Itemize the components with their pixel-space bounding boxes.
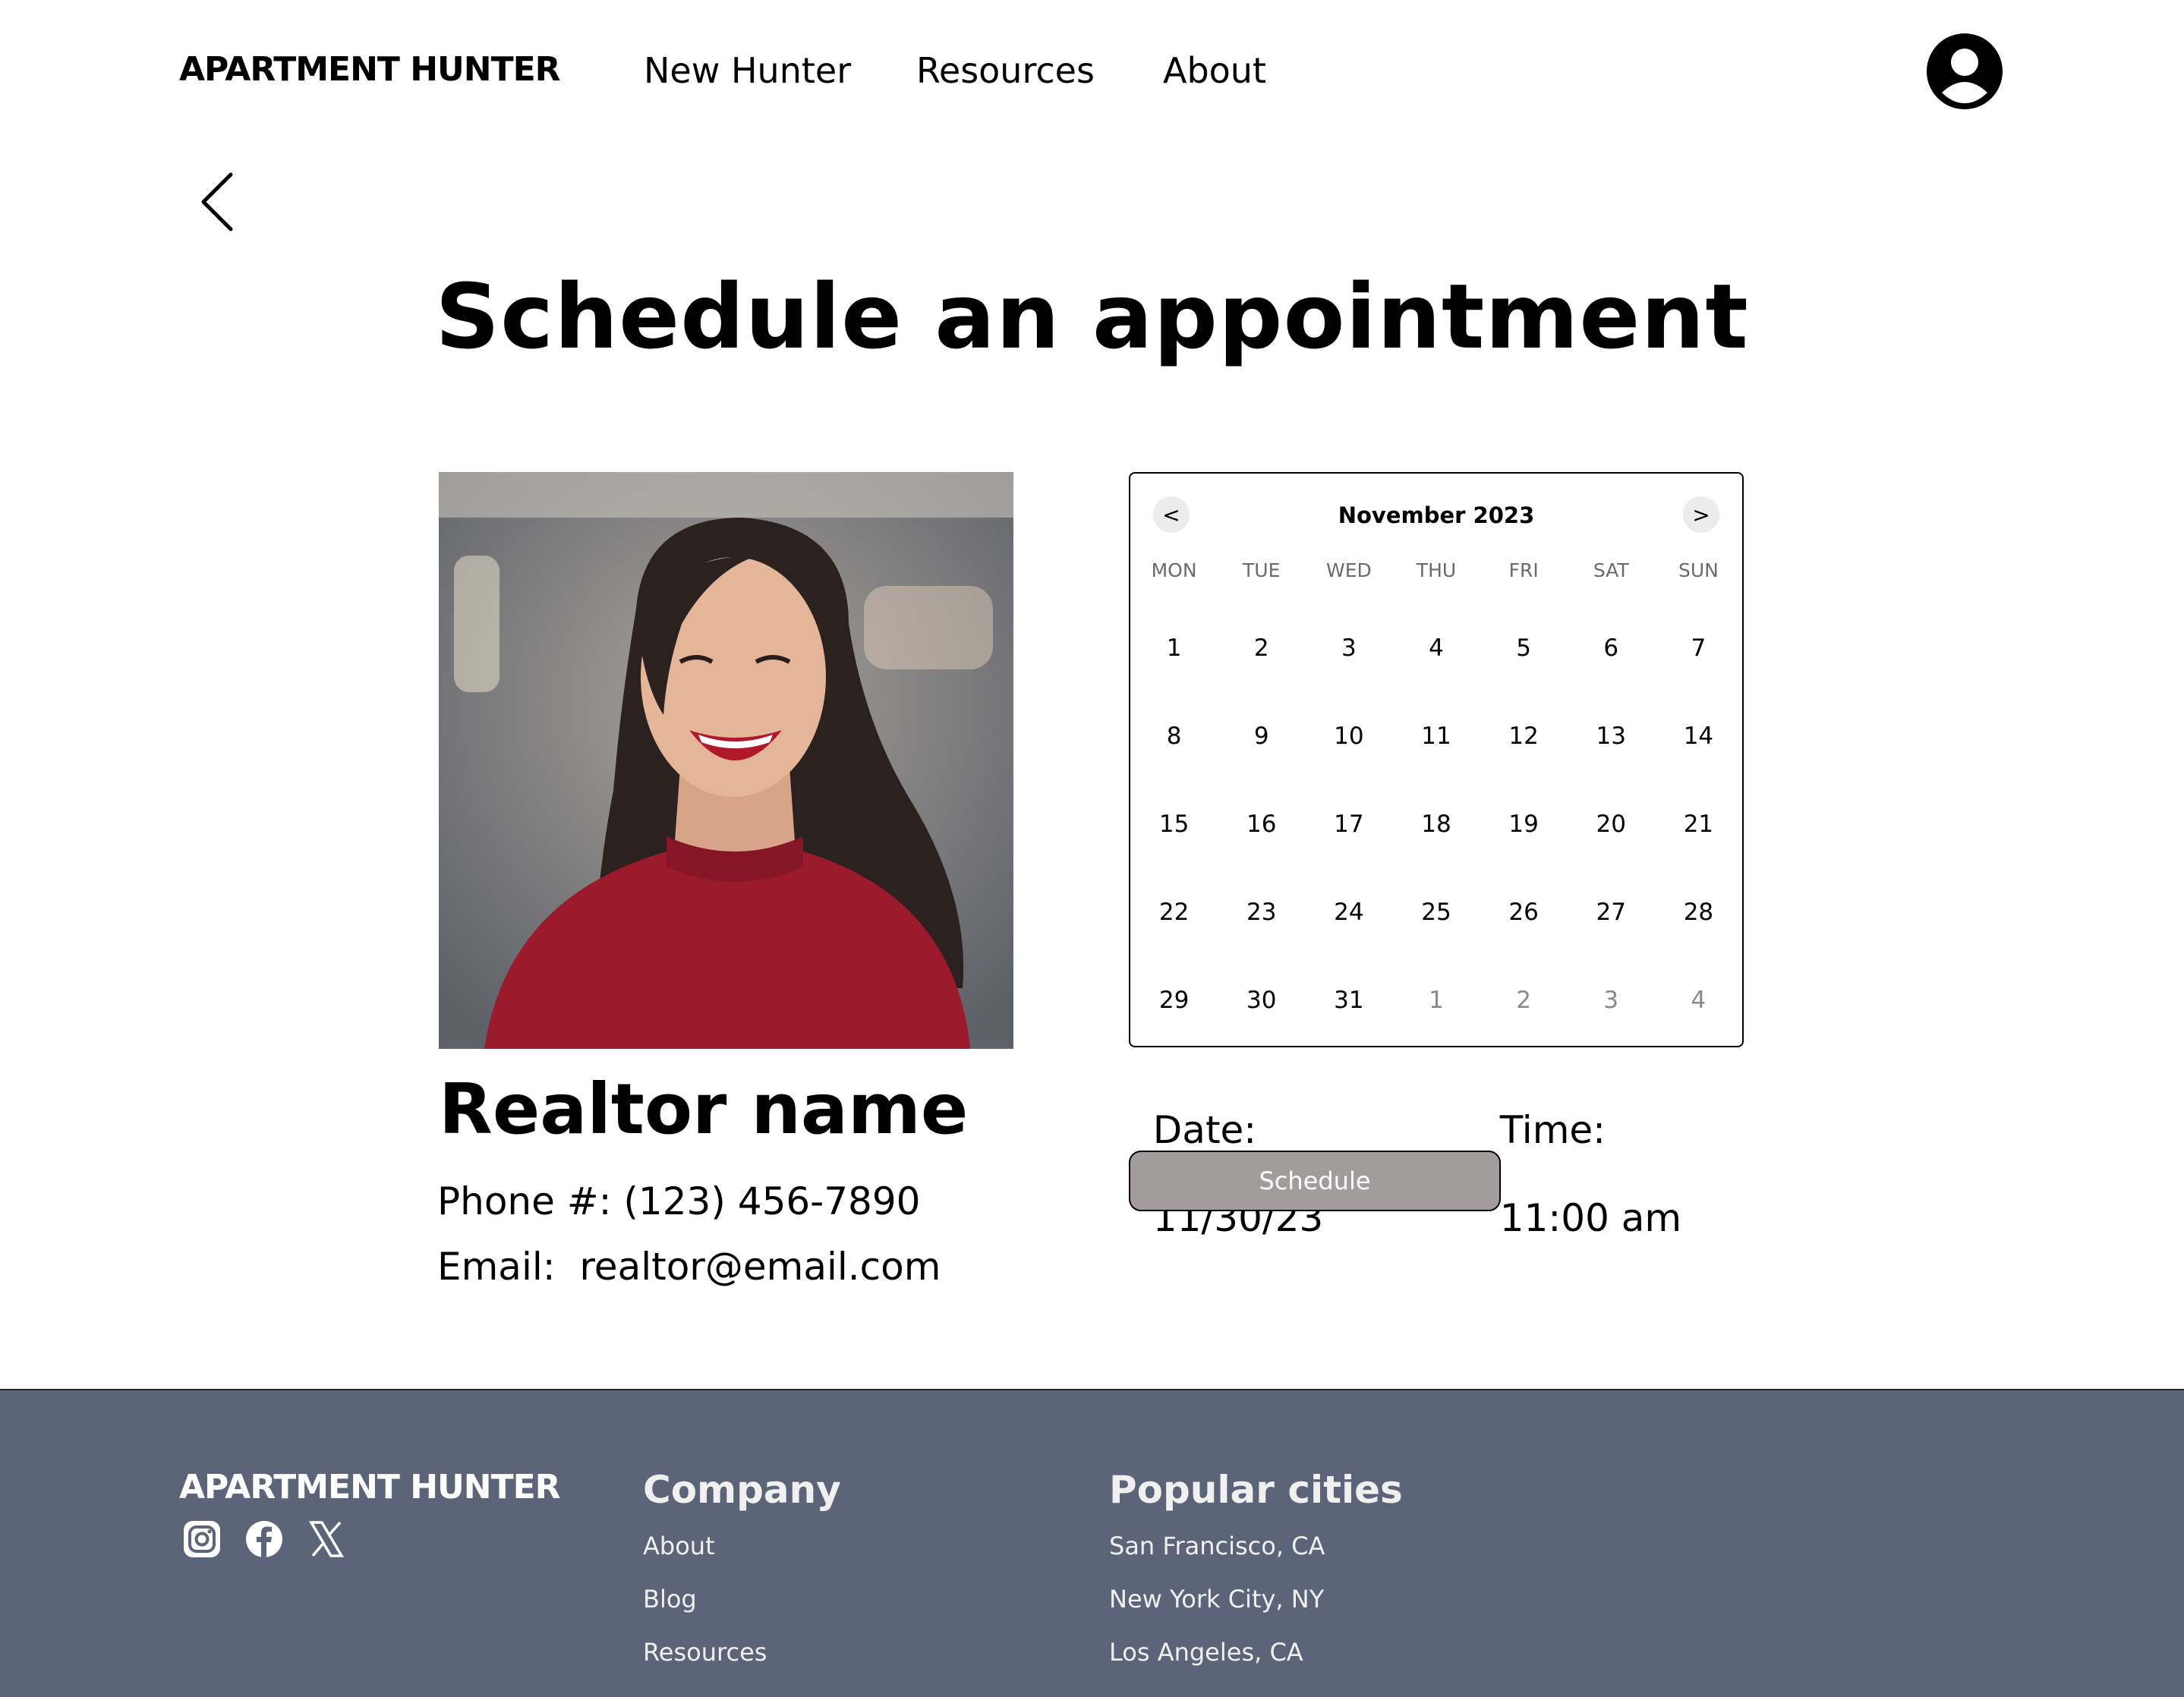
page-title: Schedule an appointment (435, 264, 1749, 369)
calendar-day[interactable]: 31 (1305, 956, 1392, 1044)
calendar-day[interactable]: 19 (1480, 780, 1568, 868)
footer: Apartment Hunter Company About Blog Reso… (0, 1389, 2184, 1697)
calendar: < November 2023 > MON TUE WED THU FRI SAT SUN 1… (1129, 472, 1744, 1047)
footer-link-about[interactable]: About (643, 1532, 715, 1560)
calendar-day[interactable]: 13 (1568, 692, 1655, 780)
calendar-day-next-month[interactable]: 2 (1480, 956, 1568, 1044)
calendar-day[interactable]: 12 (1480, 692, 1568, 780)
calendar-day[interactable]: 5 (1480, 604, 1568, 692)
calendar-weekday: SUN (1678, 559, 1719, 581)
calendar-day[interactable]: 8 (1130, 692, 1218, 780)
calendar-day-next-month[interactable]: 1 (1392, 956, 1480, 1044)
calendar-day[interactable]: 22 (1130, 868, 1218, 956)
calendar-day[interactable]: 28 (1655, 868, 1742, 956)
time-value: 11:00 am (1499, 1196, 1682, 1240)
calendar-day[interactable]: 30 (1218, 956, 1305, 1044)
footer-city-los-angeles[interactable]: Los Angeles, CA (1109, 1638, 1303, 1667)
calendar-day[interactable]: 18 (1392, 780, 1480, 868)
footer-logo[interactable]: Apartment Hunter (179, 1468, 561, 1507)
instagram-icon[interactable] (182, 1519, 222, 1559)
brand-logo[interactable]: Apartment Hunter (179, 50, 561, 89)
nav-resources[interactable]: Resources (916, 50, 1095, 91)
footer-link-resources[interactable]: Resources (643, 1638, 767, 1667)
calendar-day[interactable]: 20 (1568, 780, 1655, 868)
calendar-day[interactable]: 4 (1392, 604, 1480, 692)
calendar-day[interactable]: 24 (1305, 868, 1392, 956)
realtor-email: Email: realtor@email.com (437, 1245, 941, 1289)
calendar-day-next-month[interactable]: 4 (1655, 956, 1742, 1044)
calendar-grid: MON TUE WED THU FRI SAT SUN 1 2 3 4 5 6 7 8 9 10 11 12 13 14… (1130, 559, 1742, 1044)
footer-link-blog[interactable]: Blog (643, 1585, 697, 1614)
calendar-day[interactable]: 3 (1305, 604, 1392, 692)
calendar-day[interactable]: 23 (1218, 868, 1305, 956)
calendar-day[interactable]: 6 (1568, 604, 1655, 692)
user-circle-icon[interactable] (1925, 32, 2004, 111)
calendar-day[interactable]: 11 (1392, 692, 1480, 780)
calendar-day[interactable]: 1 (1130, 604, 1218, 692)
calendar-day[interactable]: 10 (1305, 692, 1392, 780)
calendar-weekday: FRI (1508, 559, 1539, 581)
calendar-next-button[interactable]: > (1683, 496, 1719, 533)
time-label: Time: (1499, 1108, 1606, 1152)
calendar-day[interactable]: 2 (1218, 604, 1305, 692)
chevron-left-icon[interactable] (199, 172, 237, 232)
realtor-photo (439, 472, 1013, 1049)
schedule-button[interactable]: Schedule (1129, 1151, 1501, 1211)
calendar-weekday: WED (1325, 559, 1372, 581)
footer-city-new-york[interactable]: New York City, NY (1109, 1585, 1324, 1614)
calendar-day[interactable]: 27 (1568, 868, 1655, 956)
calendar-weekday: THU (1416, 559, 1457, 581)
nav-new-hunter[interactable]: New Hunter (644, 50, 851, 91)
footer-cities-heading: Popular cities (1109, 1468, 1403, 1512)
realtor-name: Realtor name (439, 1069, 969, 1150)
footer-city-san-francisco[interactable]: San Francisco, CA (1109, 1532, 1325, 1560)
calendar-day[interactable]: 15 (1130, 780, 1218, 868)
facebook-icon[interactable] (244, 1519, 284, 1559)
calendar-day[interactable]: 26 (1480, 868, 1568, 956)
calendar-day[interactable]: 17 (1305, 780, 1392, 868)
nav-about[interactable]: About (1163, 50, 1266, 91)
calendar-day[interactable]: 16 (1218, 780, 1305, 868)
calendar-day[interactable]: 21 (1655, 780, 1742, 868)
calendar-day[interactable]: 29 (1130, 956, 1218, 1044)
calendar-weekday: TUE (1243, 559, 1281, 581)
calendar-weekday: MON (1151, 559, 1197, 581)
selected-time: Time: 11:00 am (1476, 1064, 1681, 1240)
calendar-day[interactable]: 25 (1392, 868, 1480, 956)
calendar-day[interactable]: 14 (1655, 692, 1742, 780)
social-links (182, 1519, 346, 1559)
date-label: Date: (1152, 1108, 1257, 1152)
calendar-day[interactable]: 7 (1655, 604, 1742, 692)
calendar-weekday: SAT (1593, 559, 1629, 581)
realtor-phone: Phone #: (123) 456-7890 (437, 1179, 921, 1223)
footer-company-heading: Company (643, 1468, 841, 1512)
calendar-day-next-month[interactable]: 3 (1568, 956, 1655, 1044)
calendar-month: November 2023 (1338, 502, 1535, 528)
x-icon[interactable] (307, 1519, 346, 1559)
calendar-day[interactable]: 9 (1218, 692, 1305, 780)
